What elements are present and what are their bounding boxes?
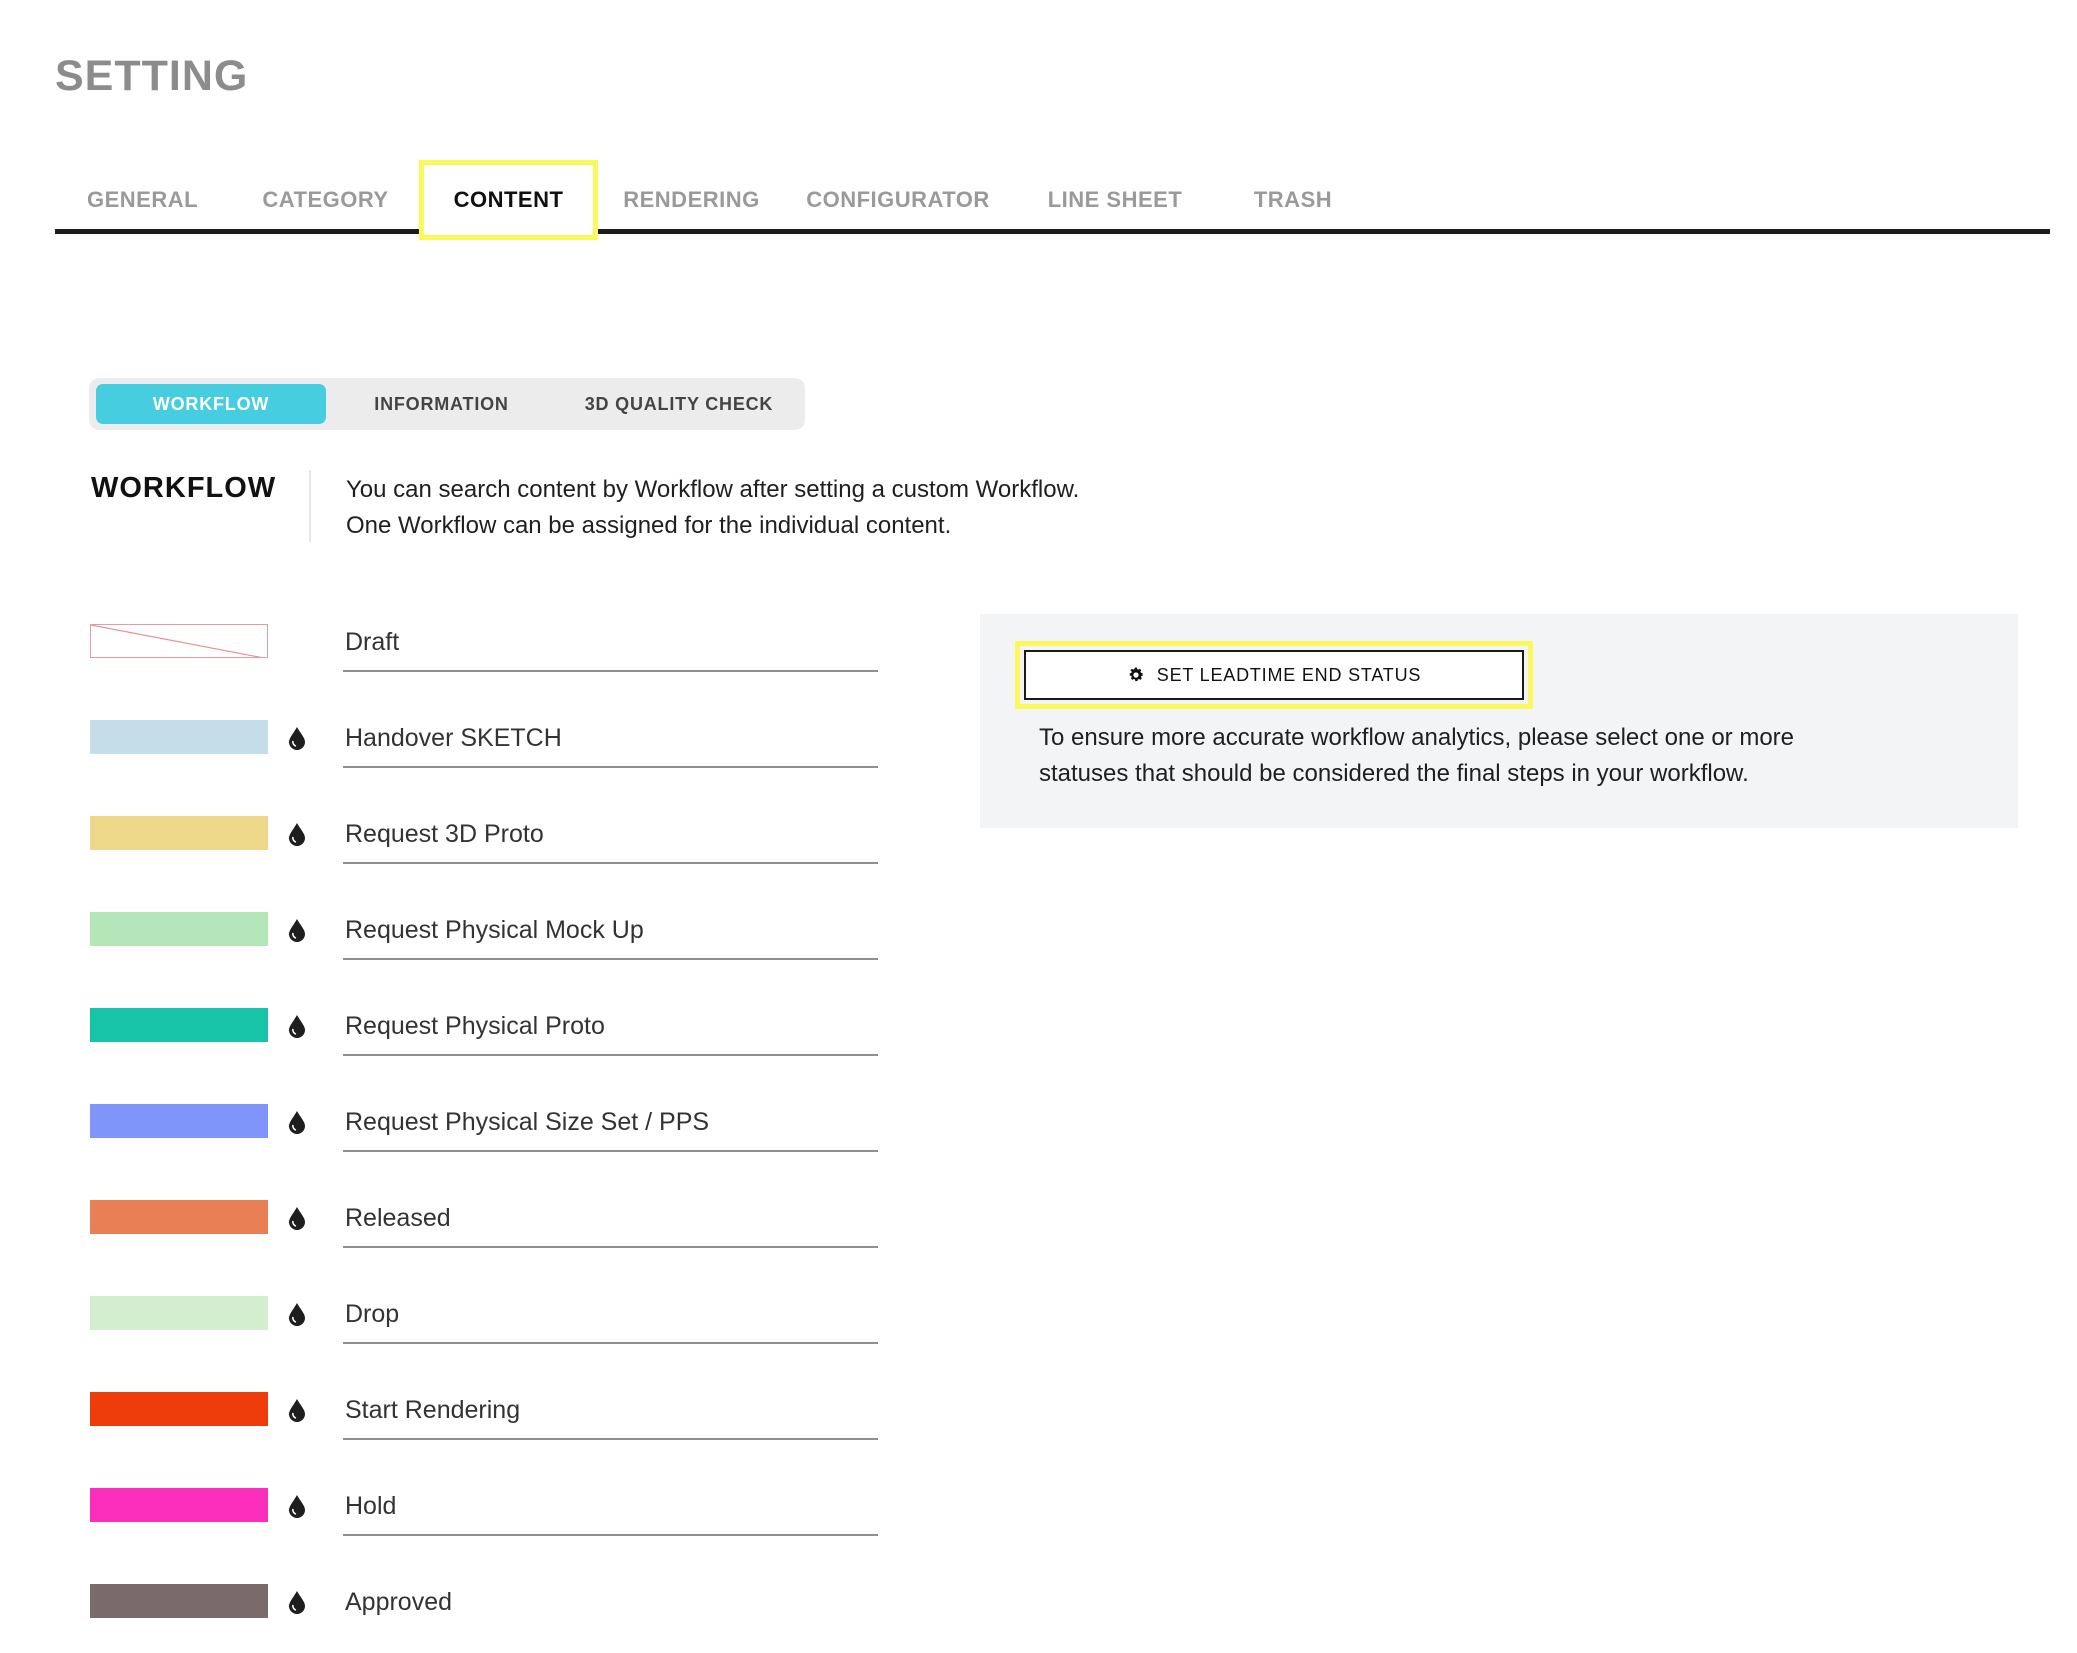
drop-icon[interactable] [287, 1398, 307, 1422]
status-row: Request Physical Size Set / PPS [90, 1100, 880, 1150]
subtab-information[interactable]: INFORMATION [329, 384, 554, 424]
color-swatch-draft[interactable] [90, 624, 268, 658]
status-name-field[interactable]: Released [343, 1196, 878, 1248]
color-swatch[interactable] [90, 1296, 268, 1330]
status-row: Start Rendering [90, 1388, 880, 1438]
status-row: Request Physical Mock Up [90, 908, 880, 958]
status-name-field[interactable]: Draft [343, 620, 878, 672]
drop-icon[interactable] [287, 1014, 307, 1038]
status-name-field[interactable]: Request 3D Proto [343, 812, 878, 864]
status-name-field[interactable]: Hold [343, 1484, 878, 1536]
subtab-workflow[interactable]: WORKFLOW [96, 384, 326, 424]
status-row: Hold [90, 1484, 880, 1534]
status-label: Drop [345, 1300, 399, 1329]
section-description: You can search content by Workflow after… [346, 472, 1079, 544]
status-row: Handover SKETCH [90, 716, 880, 766]
drop-icon[interactable] [287, 822, 307, 846]
color-swatch[interactable] [90, 1104, 268, 1138]
color-swatch[interactable] [90, 816, 268, 850]
leadtime-description-line: To ensure more accurate workflow analyti… [1039, 720, 1794, 756]
color-swatch[interactable] [90, 1200, 268, 1234]
status-name-field[interactable]: Request Physical Size Set / PPS [343, 1100, 878, 1152]
color-swatch[interactable] [90, 1488, 268, 1522]
status-label: Draft [345, 628, 399, 657]
status-row-draft: Draft [90, 620, 880, 670]
tab-rendering[interactable]: RENDERING [604, 160, 779, 240]
leadtime-panel: SET LEADTIME END STATUS To ensure more a… [980, 614, 2018, 828]
status-name-field[interactable]: Request Physical Proto [343, 1004, 878, 1056]
main-tabs: GENERAL CATEGORY CONTENT RENDERING CONFI… [55, 160, 2050, 235]
status-label: Hold [345, 1492, 396, 1521]
status-label: Request Physical Mock Up [345, 916, 644, 945]
tab-content[interactable]: CONTENT [419, 160, 598, 240]
status-row: Approved [90, 1580, 880, 1630]
section-title: WORKFLOW [91, 472, 276, 505]
drop-icon[interactable] [287, 726, 307, 750]
status-row: Request Physical Proto [90, 1004, 880, 1054]
subtab-3d-quality-check[interactable]: 3D QUALITY CHECK [559, 384, 799, 424]
status-row: Request 3D Proto [90, 812, 880, 862]
status-name-field[interactable]: Handover SKETCH [343, 716, 878, 768]
section-description-line: You can search content by Workflow after… [346, 472, 1079, 508]
status-row: Drop [90, 1292, 880, 1342]
color-swatch[interactable] [90, 1008, 268, 1042]
status-name-field[interactable]: Request Physical Mock Up [343, 908, 878, 960]
drop-icon[interactable] [287, 1494, 307, 1518]
status-name-field[interactable]: Approved [343, 1580, 878, 1632]
sub-tabs: WORKFLOW INFORMATION 3D QUALITY CHECK [89, 378, 805, 430]
tab-category[interactable]: CATEGORY [238, 160, 413, 240]
color-swatch[interactable] [90, 912, 268, 946]
color-swatch[interactable] [90, 1392, 268, 1426]
page-title: SETTING [55, 52, 248, 101]
color-swatch[interactable] [90, 720, 268, 754]
status-label: Approved [345, 1588, 452, 1617]
status-name-field[interactable]: Start Rendering [343, 1388, 878, 1440]
leadtime-description-line: statuses that should be considered the f… [1039, 756, 1794, 792]
status-label: Request Physical Proto [345, 1012, 605, 1041]
drop-icon[interactable] [287, 1110, 307, 1134]
status-name-field[interactable]: Drop [343, 1292, 878, 1344]
tab-configurator[interactable]: CONFIGURATOR [785, 160, 1011, 240]
status-label: Handover SKETCH [345, 724, 562, 753]
tab-line-sheet[interactable]: LINE SHEET [1015, 160, 1215, 240]
drop-icon[interactable] [287, 1590, 307, 1614]
leadtime-description: To ensure more accurate workflow analyti… [1039, 720, 1794, 792]
tabs-divider [55, 229, 2050, 234]
status-label: Request 3D Proto [345, 820, 544, 849]
tab-general[interactable]: GENERAL [55, 160, 230, 240]
set-leadtime-end-status-button[interactable]: SET LEADTIME END STATUS [1024, 650, 1524, 700]
drop-icon[interactable] [287, 1302, 307, 1326]
status-row: Released [90, 1196, 880, 1246]
drop-icon[interactable] [287, 1206, 307, 1230]
status-label: Start Rendering [345, 1396, 520, 1425]
drop-icon[interactable] [287, 918, 307, 942]
tab-trash[interactable]: TRASH [1218, 160, 1368, 240]
status-label: Request Physical Size Set / PPS [345, 1108, 709, 1137]
section-description-line: One Workflow can be assigned for the ind… [346, 508, 1079, 544]
status-label: Released [345, 1204, 451, 1233]
section-divider [309, 470, 311, 542]
color-swatch[interactable] [90, 1584, 268, 1618]
gear-icon [1127, 666, 1145, 684]
set-leadtime-end-status-label: SET LEADTIME END STATUS [1157, 665, 1421, 686]
